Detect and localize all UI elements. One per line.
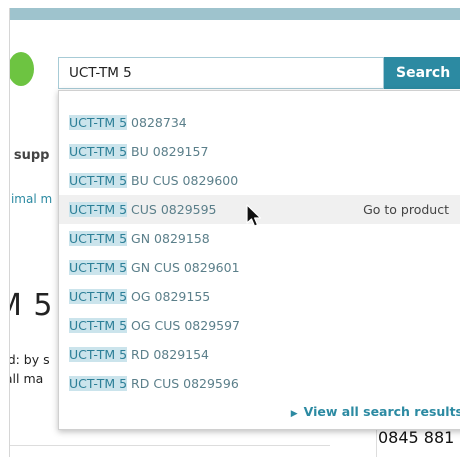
suggestion-match-highlight: UCT-TM 5 xyxy=(69,231,128,246)
divider xyxy=(10,445,330,446)
page-frame: Search d supp inimal m M 5 ( ed: by s ta… xyxy=(9,8,460,457)
suggestion-item[interactable]: UCT-TM 5 GN 0829158 xyxy=(59,224,460,253)
triangle-right-icon: ▶ xyxy=(290,409,298,419)
suggestion-item[interactable]: UCT-TM 5 RD 0829154 xyxy=(59,340,460,369)
suggestion-text: OG 0829155 xyxy=(127,289,211,304)
suggestion-text: 0828734 xyxy=(127,115,187,130)
suggestion-text: GN CUS 0829601 xyxy=(127,260,240,275)
suggestion-match-highlight: UCT-TM 5 xyxy=(69,202,128,217)
suggestion-item[interactable]: UCT-TM 5 BU 0829157 xyxy=(59,137,460,166)
suggestion-match-highlight: UCT-TM 5 xyxy=(69,318,128,333)
logo-icon[interactable] xyxy=(10,52,34,86)
suggestion-match-highlight: UCT-TM 5 xyxy=(69,260,128,275)
suggestion-match-highlight: UCT-TM 5 xyxy=(69,289,128,304)
suggestion-match-highlight: UCT-TM 5 xyxy=(69,144,128,159)
suggestion-text: RD CUS 0829596 xyxy=(127,376,239,391)
view-all-label: View all search results xyxy=(303,404,460,419)
suggestion-item[interactable]: UCT-TM 5 OG CUS 0829597 xyxy=(59,311,460,340)
support-link-text[interactable]: d supp xyxy=(10,148,49,163)
suggestion-text: OG CUS 0829597 xyxy=(127,318,241,333)
suggestion-match-highlight: UCT-TM 5 xyxy=(69,115,128,130)
suggestion-match-highlight: UCT-TM 5 xyxy=(69,173,128,188)
suggestion-text: GN 0829158 xyxy=(127,231,210,246)
phone-number: 0845 881 xyxy=(378,428,455,447)
search-suggestions-dropdown: ▶ View all search results UCT-TM 5 082873… xyxy=(58,90,460,430)
search-input[interactable] xyxy=(58,57,384,89)
mouse-pointer-icon xyxy=(246,204,262,227)
suggestion-item[interactable]: UCT-TM 5 RD CUS 0829596 xyxy=(59,369,460,398)
suggestion-text: BU CUS 0829600 xyxy=(127,173,239,188)
top-bar xyxy=(10,8,460,20)
go-to-product-label[interactable]: Go to product xyxy=(363,195,449,224)
suggestion-match-highlight: UCT-TM 5 xyxy=(69,376,128,391)
description-text: tall ma xyxy=(10,371,44,386)
minimal-link-text[interactable]: inimal m xyxy=(10,192,52,206)
suggestion-item[interactable]: UCT-TM 5 GN CUS 0829601 xyxy=(59,253,460,282)
suggestion-item[interactable]: UCT-TM 5 BU CUS 0829600 xyxy=(59,166,460,195)
view-all-results-link[interactable]: ▶ View all search results xyxy=(291,404,460,419)
suggestion-text: RD 0829154 xyxy=(127,347,210,362)
suggestion-item[interactable]: UCT-TM 5 OG 0829155 xyxy=(59,282,460,311)
suggestion-text: BU 0829157 xyxy=(127,144,209,159)
sort-label: ed: by s xyxy=(10,352,50,367)
suggestion-text: CUS 0829595 xyxy=(127,202,217,217)
suggestion-match-highlight: UCT-TM 5 xyxy=(69,347,128,362)
search-button[interactable]: Search xyxy=(384,57,460,89)
suggestion-item[interactable]: UCT-TM 5 0828734 xyxy=(59,108,460,137)
